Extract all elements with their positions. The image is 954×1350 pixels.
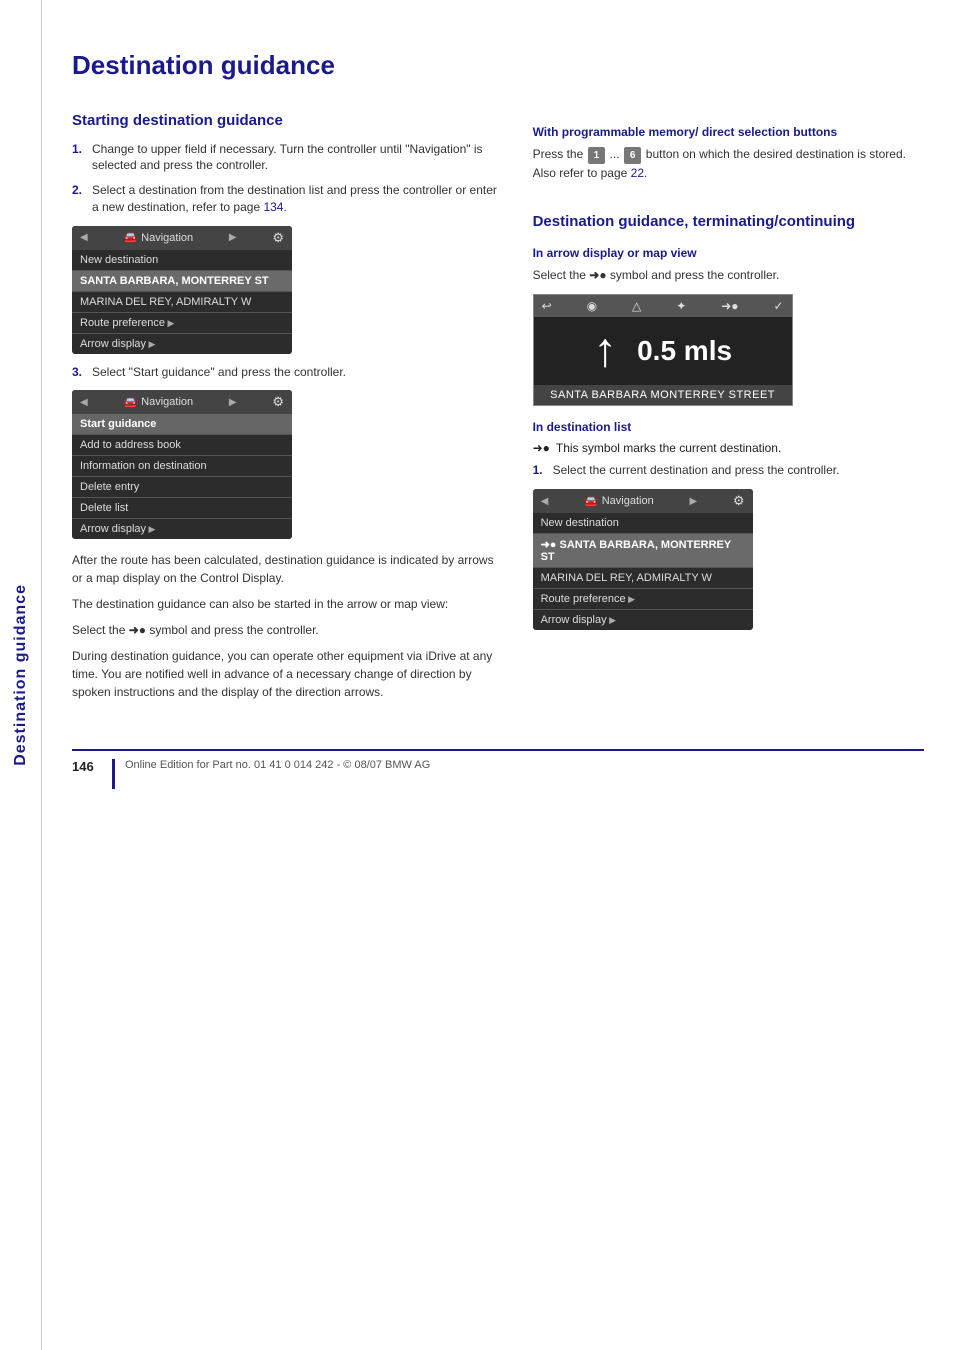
ad-main: ↑ 0.5 mls <box>534 317 792 385</box>
body-text-3: Select the ➜● symbol and press the contr… <box>72 621 503 639</box>
nav-car-icon-3: 🚘 <box>584 495 598 508</box>
sub2-heading: In destination list <box>533 420 924 434</box>
ad-distance: 0.5 mls <box>637 335 732 367</box>
sub1-heading: In arrow display or map view <box>533 246 924 260</box>
nav-title-1: Navigation <box>141 232 193 244</box>
step-3: 3. Select "Start guidance" and press the… <box>72 364 503 381</box>
nav-right-arrow-3: ▶ <box>689 496 697 507</box>
bullet-list: ➜● This symbol marks the current destina… <box>533 440 924 457</box>
step-1: 1. Change to upper field if necessary. T… <box>72 141 503 175</box>
nav-left-arrow-2: ◀ <box>80 397 88 408</box>
steps-list: 1. Change to upper field if necessary. T… <box>72 141 503 216</box>
nav-item-delete-entry: Delete entry <box>72 477 292 498</box>
bullet-text: This symbol marks the current destinatio… <box>556 440 781 457</box>
nav-item-santa-barbara: SANTA BARBARA, MONTERREY ST <box>72 271 292 292</box>
right-section1-body: Press the 1 ... 6 button on which the de… <box>533 145 924 182</box>
sub2-step-1: 1. Select the current destination and pr… <box>533 462 924 479</box>
mem-btn-1: 1 <box>588 147 606 164</box>
nav-item-arrow-display-2: Arrow display <box>72 519 292 539</box>
nav-left-arrow: ◀ <box>80 232 88 243</box>
sidebar: Destination guidance <box>0 0 42 1350</box>
bullet-arrow: ➜● <box>533 440 550 457</box>
nav-item-info-dest: Information on destination <box>72 456 292 477</box>
step3-list: 3. Select "Start guidance" and press the… <box>72 364 503 381</box>
ad-icon-alert: △ <box>632 299 641 313</box>
sub2-step-1-text: Select the current destination and press… <box>553 462 840 479</box>
body-text-4: During destination guidance, you can ope… <box>72 647 503 701</box>
nav-item-marina: MARINA DEL REY, ADMIRALTY W <box>72 292 292 313</box>
ellipsis: ... <box>610 147 620 161</box>
nav-ui-1: ◀ 🚘 Navigation ▶ ⚙ New destination SANTA… <box>72 226 292 354</box>
step-2-text: Select a destination from the destinatio… <box>92 182 503 216</box>
bullet-item: ➜● This symbol marks the current destina… <box>533 440 924 457</box>
nav-item-new-dest: New destination <box>72 250 292 271</box>
link-22[interactable]: 22 <box>631 166 644 180</box>
nav-right-arrow: ▶ <box>229 232 237 243</box>
nav-item-delete-list: Delete list <box>72 498 292 519</box>
main-content: Destination guidance Starting destinatio… <box>42 0 954 829</box>
right-column: With programmable memory/ direct selecti… <box>533 111 924 709</box>
nav-item-marina-3: MARINA DEL REY, ADMIRALTY W <box>533 568 753 589</box>
ad-icon-back: ↩ <box>542 299 552 313</box>
section1-heading: Starting destination guidance <box>72 111 503 131</box>
body-text-2: The destination guidance can also be sta… <box>72 595 503 613</box>
page-title: Destination guidance <box>72 50 924 81</box>
sub2-step-1-num: 1. <box>533 462 547 479</box>
nav-item-santa-barbara-3: ➜● SANTA BARBARA, MONTERREY ST <box>533 534 753 568</box>
nav-item-add-address: Add to address book <box>72 435 292 456</box>
nav-ui-3: ◀ 🚘 Navigation ▶ ⚙ New destination ➜● SA… <box>533 489 753 630</box>
nav-title-3: Navigation <box>602 495 654 507</box>
nav-settings-icon-3: ⚙ <box>733 493 745 509</box>
nav-header-1: ◀ 🚘 Navigation ▶ ⚙ <box>72 226 292 250</box>
nav-settings-icon-2: ⚙ <box>272 394 284 410</box>
nav-right-arrow-2: ▶ <box>229 397 237 408</box>
step-2: 2. Select a destination from the destina… <box>72 182 503 216</box>
nav-header-3: ◀ 🚘 Navigation ▶ ⚙ <box>533 489 753 513</box>
footer: 146 Online Edition for Part no. 01 41 0 … <box>72 749 924 789</box>
ad-icon-sound: ◉ <box>587 299 597 313</box>
columns-layout: Starting destination guidance 1. Change … <box>72 111 924 709</box>
ad-icon-check: ✓ <box>774 299 784 313</box>
nav-car-icon: 🚘 <box>123 231 137 244</box>
body-text-1: After the route has been calculated, des… <box>72 551 503 587</box>
sub2-steps: 1. Select the current destination and pr… <box>533 462 924 479</box>
sidebar-label: Destination guidance <box>12 584 30 766</box>
nav-car-icon-2: 🚘 <box>123 396 137 409</box>
page-number: 146 <box>72 759 102 774</box>
step-2-num: 2. <box>72 182 86 216</box>
step-1-num: 1. <box>72 141 86 175</box>
step-1-text: Change to upper field if necessary. Turn… <box>92 141 503 175</box>
footer-divider <box>112 759 115 789</box>
nav-item-arrow-display: Arrow display <box>72 334 292 354</box>
nav-ui-2: ◀ 🚘 Navigation ▶ ⚙ Start guidance Add to… <box>72 390 292 539</box>
section2: Destination guidance, terminating/contin… <box>533 212 924 630</box>
section2-heading: Destination guidance, terminating/contin… <box>533 212 924 232</box>
nav-title-2: Navigation <box>141 396 193 408</box>
ad-icon-nav: ➜● <box>721 299 738 313</box>
ad-icon-star: ✦ <box>676 299 686 313</box>
ad-street-name: SANTA BARBARA MONTERREY STREET <box>534 385 792 405</box>
nav-item-route-pref-3: Route preference <box>533 589 753 610</box>
left-column: Starting destination guidance 1. Change … <box>72 111 503 709</box>
sub1-body: Select the ➜● symbol and press the contr… <box>533 266 924 284</box>
mem-btn-6: 6 <box>624 147 642 164</box>
body-press-text: Press the <box>533 147 584 161</box>
step-3-num: 3. <box>72 364 86 381</box>
nav-header-2: ◀ 🚘 Navigation ▶ ⚙ <box>72 390 292 414</box>
ad-direction-arrow: ↑ <box>593 327 617 375</box>
step-3-text: Select "Start guidance" and press the co… <box>92 364 346 381</box>
ad-toolbar: ↩ ◉ △ ✦ ➜● ✓ <box>534 295 792 317</box>
nav-item-route-pref: Route preference <box>72 313 292 334</box>
nav-left-arrow-3: ◀ <box>541 496 549 507</box>
nav-item-arrow-display-3: Arrow display <box>533 610 753 630</box>
nav-item-new-dest-3: New destination <box>533 513 753 534</box>
nav-item-start-guidance: Start guidance <box>72 414 292 435</box>
nav-settings-icon: ⚙ <box>272 230 284 246</box>
footer-copyright: Online Edition for Part no. 01 41 0 014 … <box>125 759 430 771</box>
arrow-display-mockup: ↩ ◉ △ ✦ ➜● ✓ ↑ 0.5 mls SANTA BARBARA MON… <box>533 294 793 406</box>
link-134[interactable]: 134 <box>263 200 283 214</box>
right-section1-heading: With programmable memory/ direct selecti… <box>533 125 924 139</box>
